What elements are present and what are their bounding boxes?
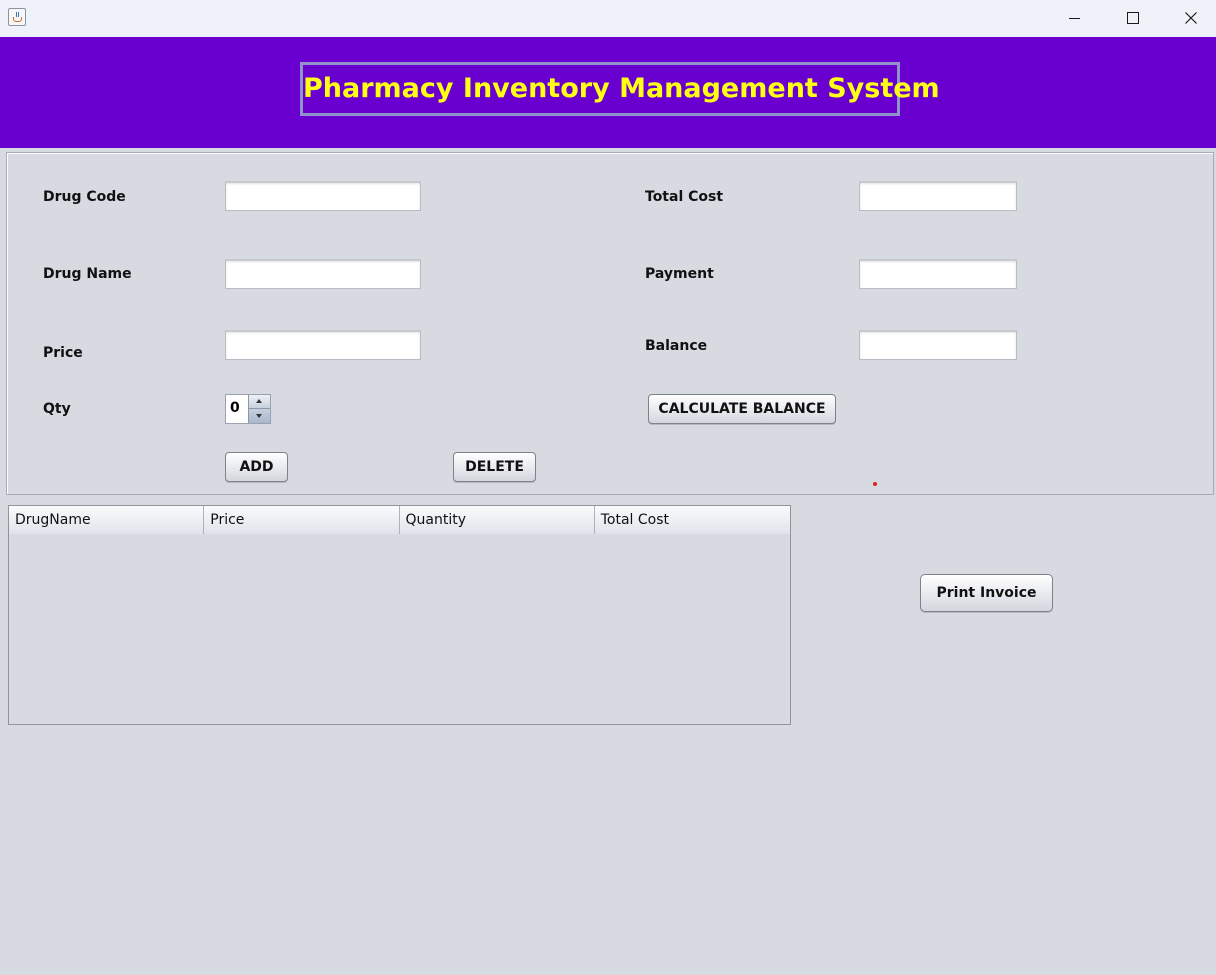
drug-code-field[interactable] (225, 181, 421, 211)
spinner-down-icon[interactable] (249, 409, 270, 423)
table-header: DrugName Price Quantity Total Cost (9, 506, 790, 534)
column-header-total-cost[interactable]: Total Cost (594, 506, 790, 534)
red-dot-marker (873, 482, 877, 486)
balance-field[interactable] (859, 330, 1017, 360)
minimize-icon[interactable] (1045, 0, 1103, 37)
spinner-up-icon[interactable] (249, 395, 270, 409)
drug-name-field[interactable] (225, 259, 421, 289)
total-cost-label: Total Cost (645, 189, 724, 205)
drug-entry-form: Drug Code Drug Name Price Qty 0 ADD DELE… (6, 152, 1214, 495)
close-icon[interactable] (1161, 0, 1216, 37)
column-header-quantity[interactable]: Quantity (399, 506, 595, 534)
payment-label: Payment (645, 266, 714, 282)
qty-spinner[interactable]: 0 (225, 394, 271, 424)
price-label: Price (43, 345, 83, 361)
price-field[interactable] (225, 330, 421, 360)
header-banner: Pharmacy Inventory Management System (0, 37, 1216, 148)
delete-button[interactable]: DELETE (453, 452, 536, 482)
drug-table[interactable]: DrugName Price Quantity Total Cost (8, 505, 791, 725)
page-title: Pharmacy Inventory Management System (300, 62, 940, 116)
print-invoice-button[interactable]: Print Invoice (920, 574, 1053, 612)
qty-value: 0 (230, 400, 240, 416)
column-header-drugname[interactable]: DrugName (9, 506, 205, 534)
balance-label: Balance (645, 338, 708, 354)
title-bar (0, 0, 1216, 37)
java-app-icon (8, 8, 26, 26)
drug-code-label: Drug Code (43, 189, 126, 205)
maximize-icon[interactable] (1103, 0, 1161, 37)
calculate-balance-button[interactable]: CALCULATE BALANCE (648, 394, 836, 424)
add-button[interactable]: ADD (225, 452, 288, 482)
table-body[interactable] (9, 535, 790, 724)
drug-name-label: Drug Name (43, 266, 132, 282)
payment-field[interactable] (859, 259, 1017, 289)
app-window: Pharmacy Inventory Management System Dru… (0, 0, 1216, 975)
qty-label: Qty (43, 401, 71, 417)
total-cost-field[interactable] (859, 181, 1017, 211)
column-header-price[interactable]: Price (204, 506, 400, 534)
